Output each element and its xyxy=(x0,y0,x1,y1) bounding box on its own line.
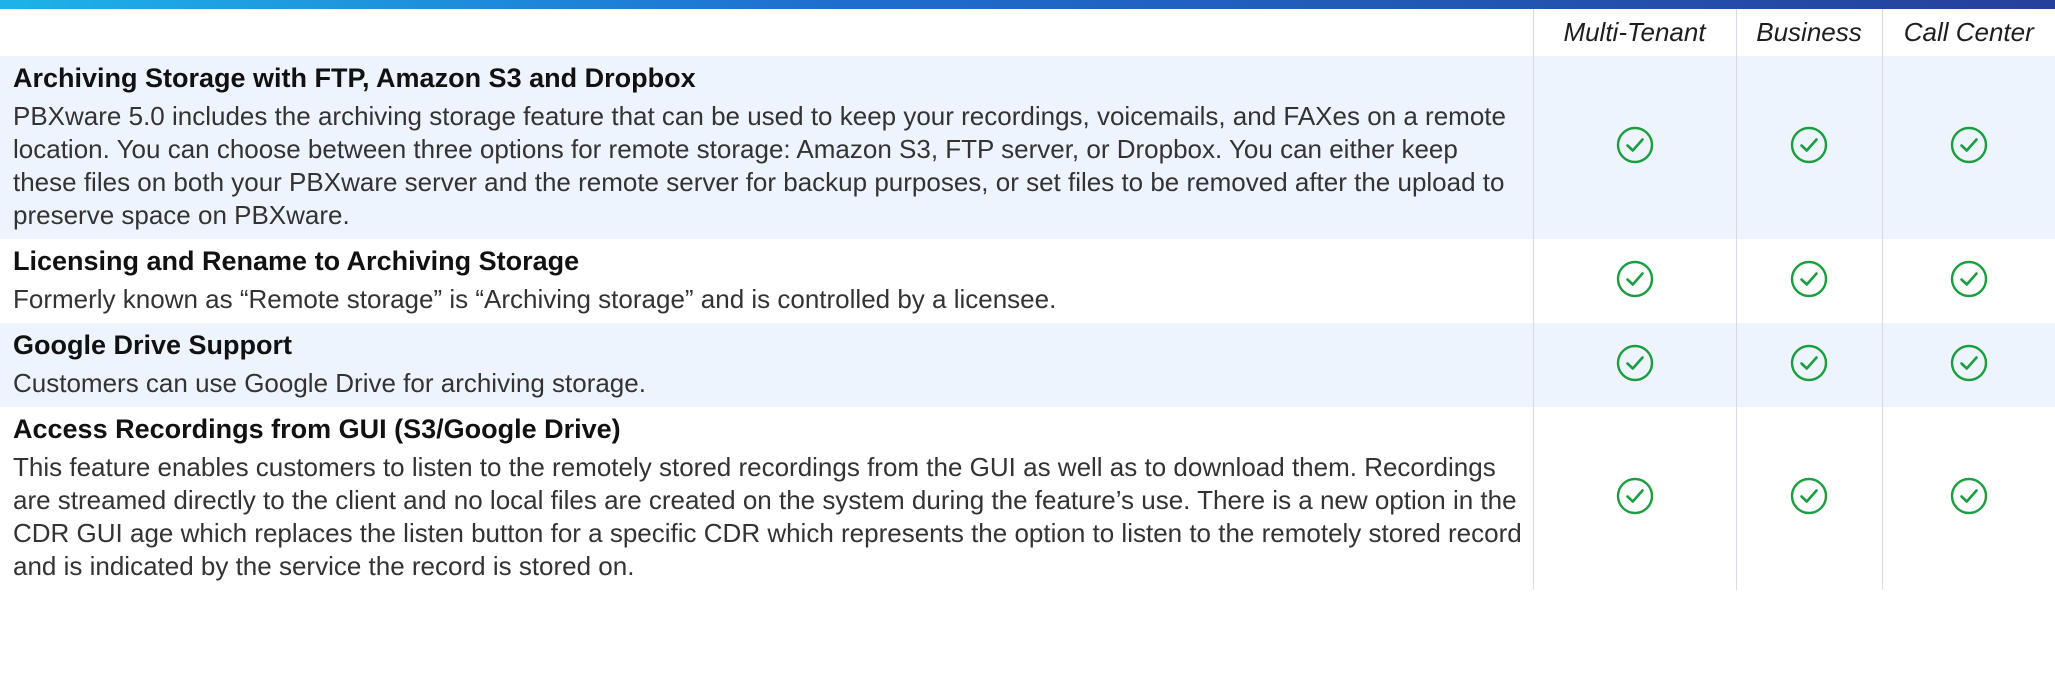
plan-header-multi-tenant: Multi-Tenant xyxy=(1532,9,1736,56)
check-icon xyxy=(1615,343,1655,383)
feature-cell: Google Drive Support Customers can use G… xyxy=(0,323,1533,407)
feature-description: Formerly known as “Remote storage” is “A… xyxy=(13,284,1057,314)
top-accent-bar xyxy=(0,0,2055,9)
availability-business xyxy=(1735,56,1882,239)
availability-multi-tenant xyxy=(1532,323,1736,407)
feature-title: Archiving Storage with FTP, Amazon S3 an… xyxy=(13,63,696,93)
availability-call-center xyxy=(1881,56,2055,239)
feature-row: Google Drive Support Customers can use G… xyxy=(0,323,2055,407)
availability-business xyxy=(1735,323,1882,407)
check-icon xyxy=(1789,343,1829,383)
feature-comparison-table: Multi-Tenant Business Call Center Archiv… xyxy=(0,9,2055,590)
availability-call-center xyxy=(1881,407,2055,590)
feature-cell: Access Recordings from GUI (S3/Google Dr… xyxy=(0,407,1533,590)
feature-row: Archiving Storage with FTP, Amazon S3 an… xyxy=(0,56,2055,239)
feature-row: Licensing and Rename to Archiving Storag… xyxy=(0,239,2055,323)
check-icon xyxy=(1949,125,1989,165)
availability-multi-tenant xyxy=(1532,56,1736,239)
check-icon xyxy=(1789,125,1829,165)
availability-call-center xyxy=(1881,239,2055,323)
feature-title: Access Recordings from GUI (S3/Google Dr… xyxy=(13,414,621,444)
check-icon xyxy=(1789,259,1829,299)
feature-description: PBXware 5.0 includes the archiving stora… xyxy=(13,101,1506,230)
feature-description: Customers can use Google Drive for archi… xyxy=(13,368,646,398)
check-icon xyxy=(1615,476,1655,516)
plan-header-business: Business xyxy=(1735,9,1882,56)
check-icon xyxy=(1949,259,1989,299)
header-spacer xyxy=(0,9,1533,56)
feature-cell: Licensing and Rename to Archiving Storag… xyxy=(0,239,1533,323)
availability-multi-tenant xyxy=(1532,239,1736,323)
check-icon xyxy=(1615,259,1655,299)
feature-title: Google Drive Support xyxy=(13,330,293,360)
check-icon xyxy=(1615,125,1655,165)
plan-header-call-center: Call Center xyxy=(1881,9,2055,56)
availability-business xyxy=(1735,239,1882,323)
feature-description: This feature enables customers to listen… xyxy=(13,452,1522,581)
feature-title: Licensing and Rename to Archiving Storag… xyxy=(13,246,580,276)
feature-row: Access Recordings from GUI (S3/Google Dr… xyxy=(0,407,2055,590)
feature-cell: Archiving Storage with FTP, Amazon S3 an… xyxy=(0,56,1533,239)
check-icon xyxy=(1949,476,1989,516)
plan-header-row: Multi-Tenant Business Call Center xyxy=(0,9,2055,56)
availability-multi-tenant xyxy=(1532,407,1736,590)
availability-call-center xyxy=(1881,323,2055,407)
availability-business xyxy=(1735,407,1882,590)
check-icon xyxy=(1949,343,1989,383)
check-icon xyxy=(1789,476,1829,516)
